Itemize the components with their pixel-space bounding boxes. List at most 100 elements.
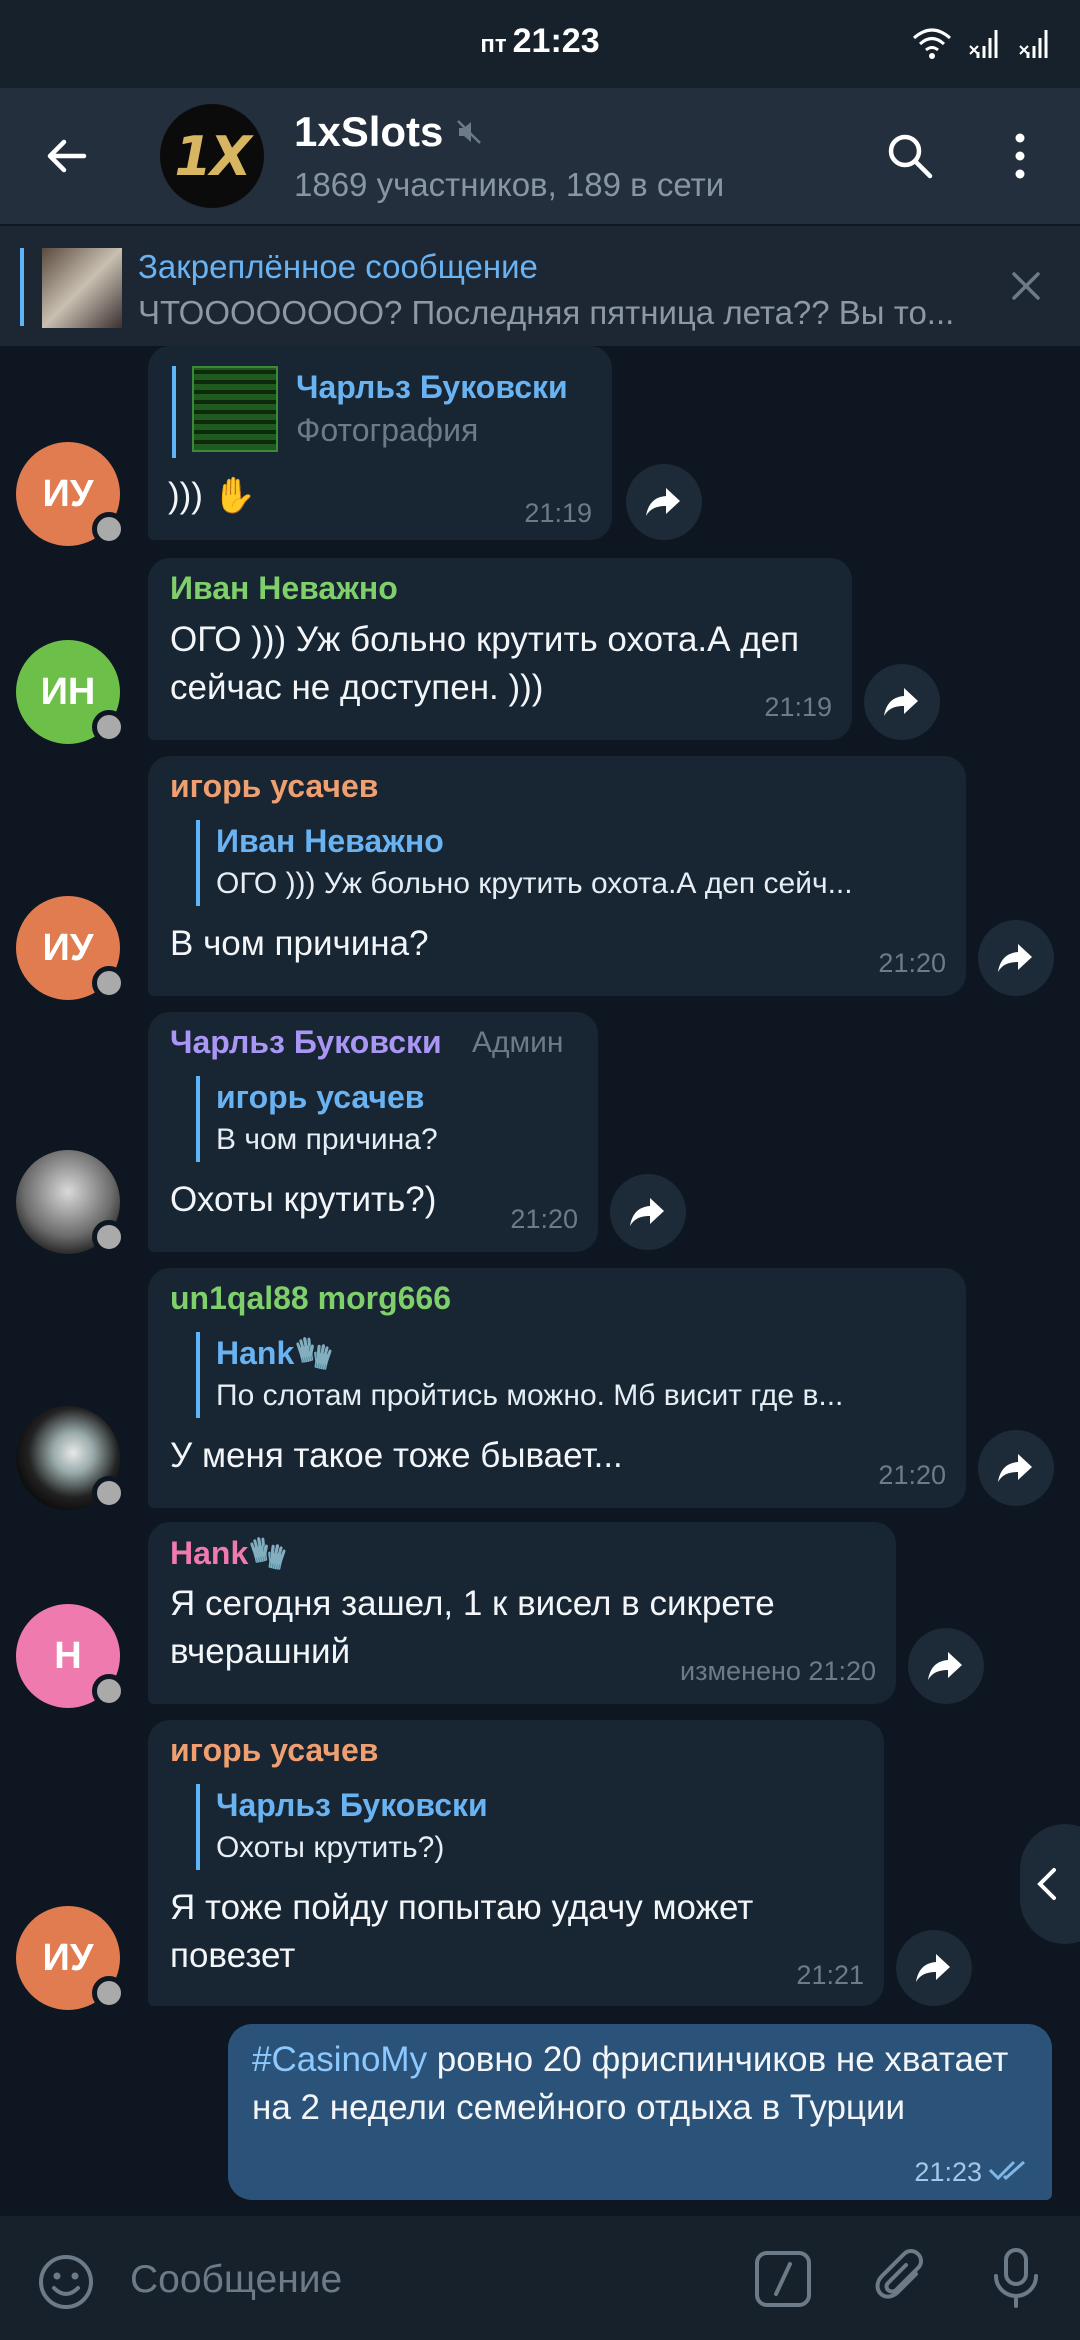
- avatar-initials: ИУ: [42, 472, 94, 515]
- pinned-indicator: [20, 248, 24, 326]
- online-indicator: [92, 512, 126, 546]
- reply-preview[interactable]: Иван Неважно ОГО ))) Уж больно крутить о…: [196, 820, 926, 906]
- bot-command-icon[interactable]: [754, 2250, 812, 2308]
- forward-button[interactable]: [864, 664, 940, 740]
- emoji-icon[interactable]: [36, 2252, 96, 2312]
- avatar[interactable]: ИУ: [16, 896, 126, 1000]
- message-bubble[interactable]: un1qal88 morg666 Hank🧤 По слотам пройтис…: [148, 1268, 966, 1508]
- message-time: 21:23: [914, 2157, 982, 2187]
- chevron-left-icon: [1037, 1868, 1056, 1900]
- avatar[interactable]: ИУ: [16, 1906, 126, 2010]
- side-panel-toggle[interactable]: [1020, 1824, 1080, 1944]
- forward-button[interactable]: [978, 1430, 1054, 1506]
- status-time: 21:23: [512, 22, 600, 60]
- message-bubble[interactable]: Чарльз Буковски Админ игорь усачев В чом…: [148, 1012, 598, 1252]
- online-indicator: [92, 1220, 126, 1254]
- online-indicator: [92, 710, 126, 744]
- share-arrow-icon: [916, 1954, 950, 1982]
- admin-badge: Админ: [472, 1026, 564, 1059]
- avatar[interactable]: ИУ: [16, 442, 126, 546]
- message-composer: Сообщение: [0, 2216, 1080, 2340]
- message-time: изменено 21:20: [680, 1656, 876, 1686]
- signal-icon: [1019, 30, 1048, 58]
- avatar[interactable]: [16, 1406, 126, 1510]
- message-text: В чом причина?: [170, 924, 429, 963]
- chat-subtitle: 1869 участников, 189 в сети: [294, 166, 725, 203]
- reply-text: По слотам пройтись можно. Мб висит где в…: [216, 1379, 844, 1412]
- reply-text: Фотография: [296, 412, 479, 448]
- online-indicator: [92, 1476, 126, 1510]
- forward-button[interactable]: [626, 464, 702, 540]
- message-text: ))) ✋: [168, 476, 257, 515]
- online-indicator: [92, 1674, 126, 1708]
- avatar[interactable]: [16, 1150, 126, 1254]
- reply-text: В чом причина?: [216, 1123, 438, 1156]
- pinned-message[interactable]: Закреплённое сообщение ЧТОООООООО? После…: [0, 224, 1080, 346]
- chat-title: 1xSlots: [294, 108, 444, 155]
- forward-button[interactable]: [896, 1930, 972, 2006]
- muted-icon: [457, 120, 482, 144]
- chat-title-row[interactable]: 1xSlots: [294, 108, 483, 156]
- chat-header: 1X 1xSlots 1869 участников, 189 в сети: [0, 88, 1080, 224]
- reply-text: Охоты крутить?): [216, 1831, 445, 1864]
- wifi-icon: [913, 28, 951, 59]
- share-arrow-icon: [998, 1454, 1032, 1482]
- outgoing-message-bubble[interactable]: #CasinoMy ровно 20 фриспинчиков не хвата…: [228, 2024, 1052, 2200]
- chat-avatar[interactable]: 1X: [160, 104, 264, 208]
- avatar-initials: ИУ: [42, 926, 94, 969]
- message-time: 21:19: [524, 498, 592, 528]
- forward-button[interactable]: [908, 1628, 984, 1704]
- pinned-text: ЧТОООООООО? Последняя пятница лета?? Вы …: [138, 294, 955, 331]
- attach-icon[interactable]: [872, 2246, 932, 2310]
- sender-name: игорь усачев: [170, 768, 379, 804]
- forward-button[interactable]: [610, 1174, 686, 1250]
- message-bubble[interactable]: игорь усачев Иван Неважно ОГО ))) Уж бол…: [148, 756, 966, 996]
- reply-text: ОГО ))) Уж больно крутить охота.А деп се…: [216, 867, 853, 900]
- share-arrow-icon: [884, 688, 918, 716]
- microphone-icon[interactable]: [990, 2246, 1042, 2310]
- avatar-initials: ИН: [40, 670, 96, 713]
- forward-button[interactable]: [978, 920, 1054, 996]
- signal-icon: [969, 30, 998, 58]
- chat-logo: 1X: [174, 124, 251, 188]
- reply-photo-thumbnail: [192, 366, 278, 452]
- message-time: 21:20: [878, 1460, 946, 1490]
- message-bubble[interactable]: Иван Неважно ОГО ))) Уж больно крутить о…: [148, 558, 852, 740]
- status-icons: [912, 26, 1052, 62]
- share-arrow-icon: [630, 1198, 664, 1226]
- reply-preview[interactable]: Чарльз Буковски Фотография: [172, 366, 592, 458]
- status-bar: пт 21:23: [0, 0, 1080, 88]
- reply-preview[interactable]: игорь усачев В чом причина?: [196, 1076, 576, 1162]
- search-icon[interactable]: [884, 130, 936, 182]
- reply-preview[interactable]: Чарльз Буковски Охоты крутить?): [196, 1784, 846, 1870]
- message-time: 21:19: [764, 692, 832, 722]
- share-arrow-icon: [646, 488, 680, 516]
- pinned-title: Закреплённое сообщение: [138, 248, 538, 285]
- message-time: 21:20: [510, 1204, 578, 1234]
- message-list[interactable]: ИУ Чарльз Буковски Фотография ))) ✋ 21:1…: [0, 346, 1080, 2216]
- more-menu-icon[interactable]: [1000, 128, 1040, 184]
- avatar[interactable]: ИН: [16, 640, 126, 744]
- sender-name: un1qal88 morg666: [170, 1280, 451, 1316]
- sender-name: Иван Неважно: [170, 570, 398, 606]
- close-icon[interactable]: [1006, 266, 1046, 306]
- avatar[interactable]: Н: [16, 1604, 126, 1708]
- reply-sender: игорь усачев: [216, 1079, 425, 1115]
- back-arrow-icon[interactable]: [40, 130, 92, 182]
- avatar-initials: Н: [54, 1634, 82, 1677]
- message-text: У меня такое тоже бывает...: [170, 1436, 623, 1475]
- message-input[interactable]: Сообщение: [130, 2258, 342, 2302]
- sender-name: Чарльз Буковски: [170, 1024, 442, 1060]
- online-indicator: [92, 1976, 126, 2010]
- sender-name: игорь усачев: [170, 1732, 379, 1768]
- sender-name: Hank🧤: [170, 1535, 289, 1571]
- message-bubble[interactable]: Чарльз Буковски Фотография ))) ✋ 21:19: [148, 346, 612, 540]
- message-bubble[interactable]: Hank🧤 Я сегодня зашел, 1 к висел в сикре…: [148, 1522, 896, 1704]
- reply-sender: Чарльз Буковски: [216, 1787, 488, 1823]
- reply-preview[interactable]: Hank🧤 По слотам пройтись можно. Мб висит…: [196, 1332, 926, 1418]
- double-check-icon: [988, 2160, 1025, 2181]
- message-bubble[interactable]: игорь усачев Чарльз Буковски Охоты крути…: [148, 1720, 884, 2006]
- hashtag-link[interactable]: #CasinoMy: [252, 2040, 427, 2079]
- message-text: ОГО ))) Уж больно крутить охота.А деп се…: [170, 620, 800, 707]
- reply-sender: Иван Неважно: [216, 823, 444, 859]
